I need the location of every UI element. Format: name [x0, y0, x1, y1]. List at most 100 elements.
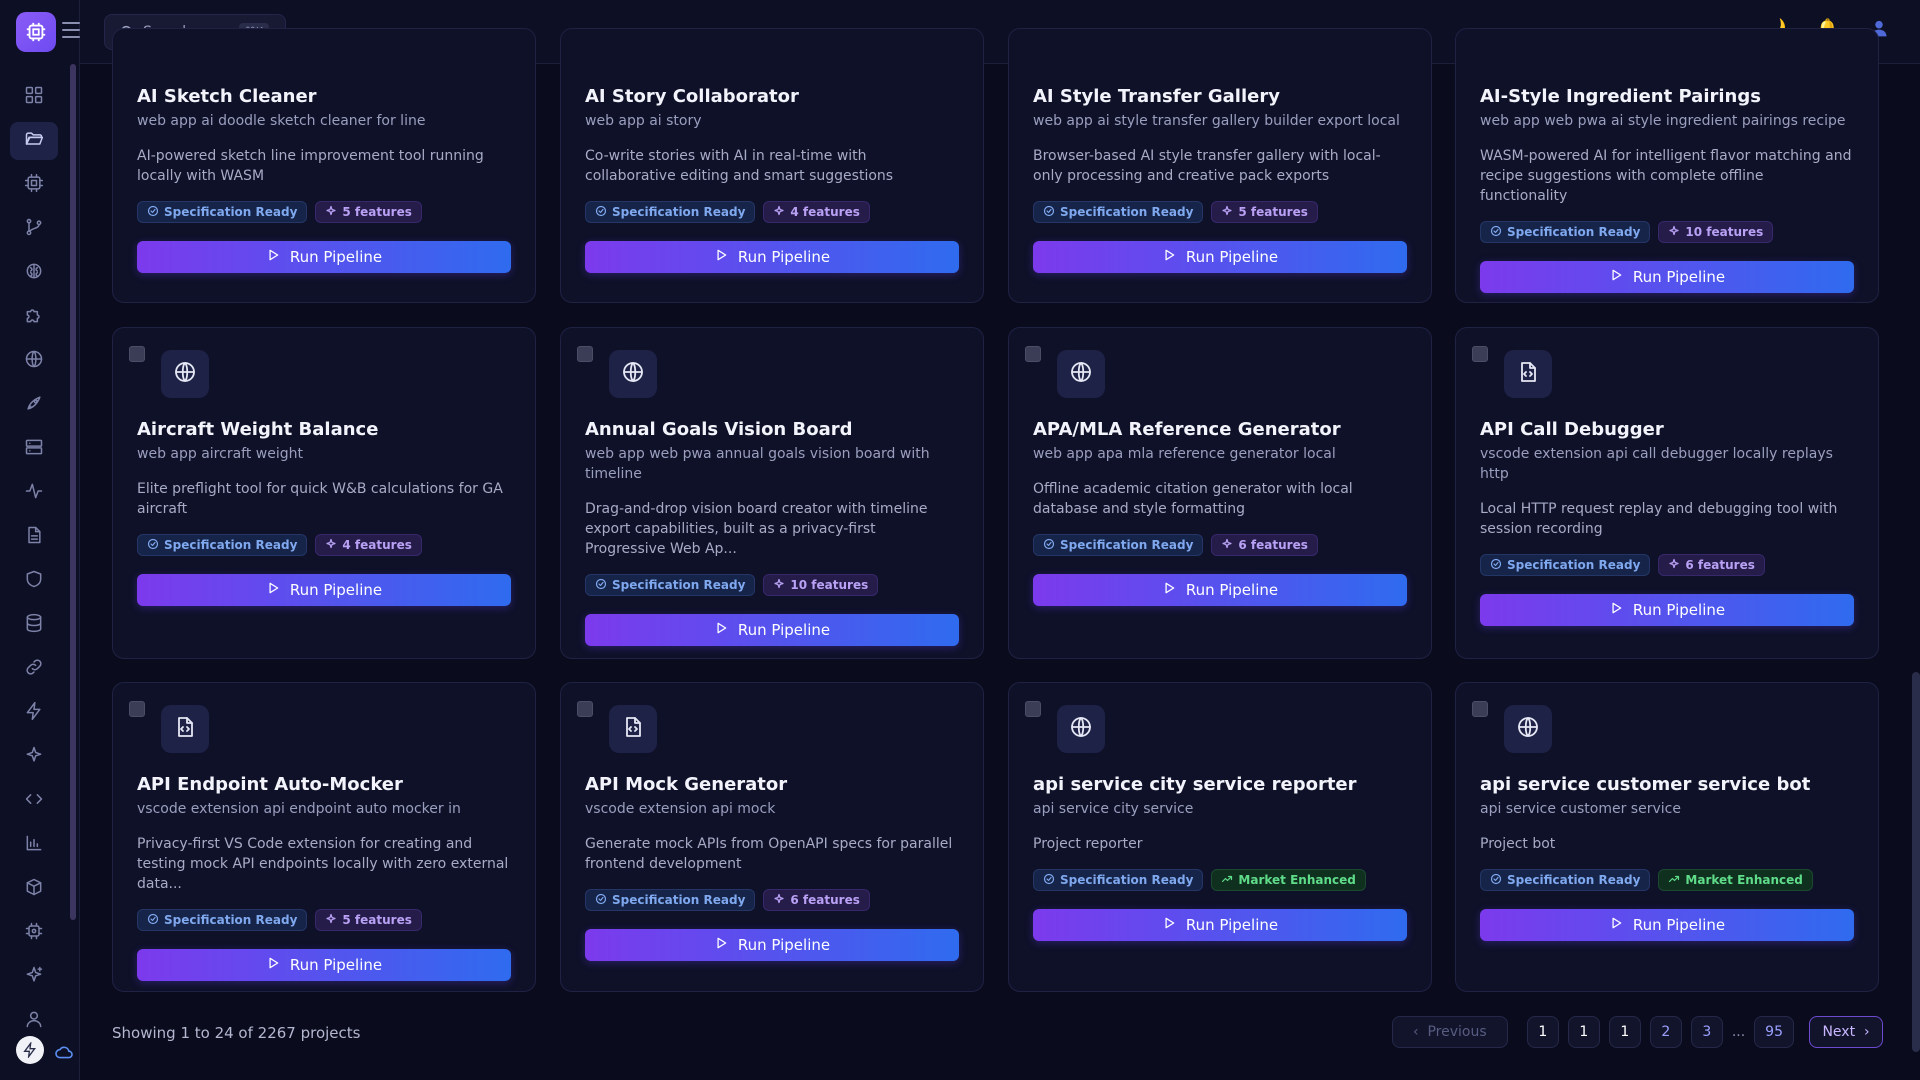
check-circle-icon — [595, 578, 607, 593]
project-card[interactable]: API Endpoint Auto-Mocker vscode extension… — [112, 682, 536, 992]
sidebar-item-file-text[interactable] — [10, 518, 58, 556]
run-pipeline-button[interactable]: Run Pipeline — [585, 614, 959, 646]
sidebar-item-zap[interactable] — [10, 694, 58, 732]
project-card[interactable]: Aircraft Weight Balance web app aircraft … — [112, 327, 536, 659]
globe-icon — [1069, 360, 1093, 388]
bolt-status-icon[interactable] — [16, 1036, 44, 1064]
sidebar-item-bar-chart[interactable] — [10, 826, 58, 864]
sidebar-item-globe[interactable] — [10, 342, 58, 380]
sidebar-item-package[interactable] — [10, 870, 58, 908]
run-pipeline-button[interactable]: Run Pipeline — [1480, 594, 1854, 626]
previous-page-button[interactable]: ‹ Previous — [1391, 1016, 1508, 1048]
sidebar-scrollbar[interactable] — [70, 64, 76, 920]
next-page-button[interactable]: Next › — [1809, 1016, 1883, 1048]
run-pipeline-button[interactable]: Run Pipeline — [1033, 574, 1407, 606]
sidebar-item-git-branch[interactable] — [10, 210, 58, 248]
select-checkbox[interactable] — [1025, 701, 1041, 717]
project-card[interactable]: AI Story Collaborator web app ai story Co-… — [560, 28, 984, 303]
select-checkbox[interactable] — [129, 346, 145, 362]
page-button[interactable]: 1 — [1526, 1016, 1559, 1048]
project-title[interactable]: API Call Debugger — [1480, 418, 1854, 442]
project-card[interactable]: AI-Style Ingredient Pairings web app web … — [1455, 28, 1879, 303]
run-pipeline-button[interactable]: Run Pipeline — [585, 929, 959, 961]
select-checkbox[interactable] — [1472, 346, 1488, 362]
sidebar-item-brain[interactable] — [10, 254, 58, 292]
project-type-icon — [1057, 350, 1105, 398]
project-subtitle: web app web pwa ai style ingredient pair… — [1480, 113, 1846, 129]
page-button[interactable]: 3 — [1690, 1016, 1723, 1048]
run-pipeline-button[interactable]: Run Pipeline — [137, 949, 511, 981]
page-button[interactable]: 1 — [1608, 1016, 1641, 1048]
sparkle-small-icon — [773, 205, 785, 220]
globe-icon — [1069, 715, 1093, 743]
cloud-sync-icon[interactable] — [54, 1044, 74, 1064]
cpu-icon — [24, 173, 44, 197]
run-pipeline-button[interactable]: Run Pipeline — [1033, 241, 1407, 273]
project-card[interactable]: API Call Debugger vscode extension api ca… — [1455, 327, 1879, 659]
run-pipeline-button[interactable]: Run Pipeline — [137, 241, 511, 273]
run-pipeline-button[interactable]: Run Pipeline — [1033, 909, 1407, 941]
project-card[interactable]: AI Style Transfer Gallery web app ai styl… — [1008, 28, 1432, 303]
project-title[interactable]: API Endpoint Auto-Mocker — [137, 773, 511, 797]
select-checkbox[interactable] — [1472, 701, 1488, 717]
sidebar-item-shield[interactable] — [10, 562, 58, 600]
select-checkbox[interactable] — [577, 701, 593, 717]
select-checkbox[interactable] — [129, 701, 145, 717]
badge-label: 6 features — [1238, 538, 1308, 552]
features-badge: 6 features — [1211, 534, 1318, 556]
project-title[interactable]: AI Sketch Cleaner — [137, 85, 511, 109]
sidebar-item-server[interactable] — [10, 430, 58, 468]
sidebar-item-database[interactable] — [10, 606, 58, 644]
select-checkbox[interactable] — [1025, 346, 1041, 362]
spec-badge: Specification Ready — [585, 201, 756, 223]
run-pipeline-button[interactable]: Run Pipeline — [137, 574, 511, 606]
project-title[interactable]: API Mock Generator — [585, 773, 959, 797]
project-title[interactable]: Annual Goals Vision Board — [585, 418, 959, 442]
file-code-icon — [173, 715, 197, 743]
sidebar-item-link[interactable] — [10, 650, 58, 688]
project-title[interactable]: api service customer service bot — [1480, 773, 1854, 797]
project-card[interactable]: api service city service reporter api ser… — [1008, 682, 1432, 992]
sidebar-item-rocket[interactable] — [10, 386, 58, 424]
sidebar-item-user[interactable] — [10, 1002, 58, 1040]
sidebar-item-chip[interactable] — [10, 914, 58, 952]
menu-toggle-icon[interactable] — [62, 22, 80, 38]
project-card[interactable]: api service customer service bot api serv… — [1455, 682, 1879, 992]
project-card[interactable]: AI Sketch Cleaner web app ai doodle sketc… — [112, 28, 536, 303]
sidebar-item-star[interactable] — [10, 958, 58, 996]
sidebar-item-activity[interactable] — [10, 474, 58, 512]
sidebar-item-dashboard[interactable] — [10, 78, 58, 116]
main-scrollbar[interactable] — [1912, 672, 1920, 1052]
brain-icon — [24, 261, 44, 285]
play-icon — [266, 581, 280, 599]
run-pipeline-button[interactable]: Run Pipeline — [1480, 909, 1854, 941]
sidebar-item-folder-open[interactable] — [10, 122, 58, 160]
dashboard-icon — [24, 85, 44, 109]
select-checkbox[interactable] — [577, 346, 593, 362]
sidebar-item-sparkles[interactable] — [10, 738, 58, 776]
project-title[interactable]: Aircraft Weight Balance — [137, 418, 511, 442]
project-title[interactable]: api service city service reporter — [1033, 773, 1407, 797]
globe-icon — [24, 349, 44, 373]
sparkle-small-icon — [1668, 225, 1680, 240]
page-button[interactable]: 2 — [1649, 1016, 1682, 1048]
project-title[interactable]: AI-Style Ingredient Pairings — [1480, 85, 1854, 109]
run-pipeline-button[interactable]: Run Pipeline — [585, 241, 959, 273]
sidebar-item-puzzle[interactable] — [10, 298, 58, 336]
project-card[interactable]: Annual Goals Vision Board web app web pwa… — [560, 327, 984, 659]
sidebar-item-cpu[interactable] — [10, 166, 58, 204]
project-card[interactable]: APA/MLA Reference Generator web app apa m… — [1008, 327, 1432, 659]
project-title[interactable]: AI Style Transfer Gallery — [1033, 85, 1407, 109]
last-page-button[interactable]: 95 — [1754, 1016, 1794, 1048]
play-icon — [266, 956, 280, 974]
app-logo[interactable] — [16, 12, 56, 52]
features-badge: 5 features — [315, 201, 422, 223]
project-title[interactable]: AI Story Collaborator — [585, 85, 959, 109]
page-button[interactable]: 1 — [1567, 1016, 1600, 1048]
run-pipeline-label: Run Pipeline — [289, 956, 383, 974]
project-card[interactable]: API Mock Generator vscode extension api m… — [560, 682, 984, 992]
run-pipeline-label: Run Pipeline — [1632, 916, 1726, 934]
project-title[interactable]: APA/MLA Reference Generator — [1033, 418, 1407, 442]
sidebar-item-code[interactable] — [10, 782, 58, 820]
run-pipeline-button[interactable]: Run Pipeline — [1480, 261, 1854, 293]
